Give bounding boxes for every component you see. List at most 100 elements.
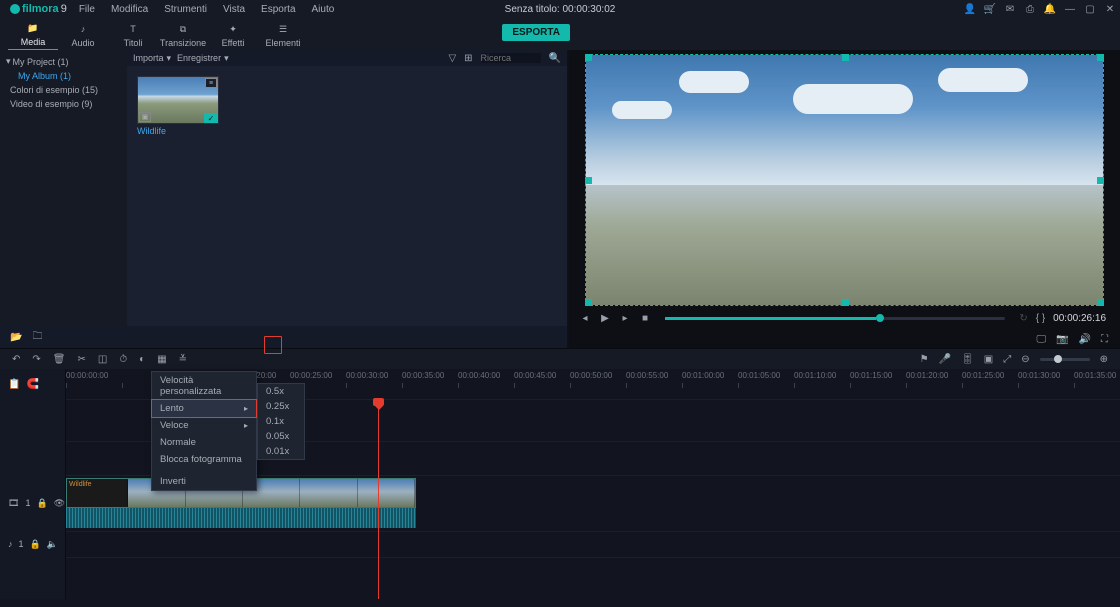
progress-knob[interactable] — [876, 314, 884, 322]
render-icon[interactable]: ▣ — [984, 354, 993, 365]
bracket-icon[interactable]: { } — [1036, 313, 1045, 324]
mute-icon[interactable]: 🔈 — [47, 539, 58, 550]
zoom-knob[interactable] — [1054, 355, 1062, 363]
maximize-icon[interactable]: ▢ — [1084, 3, 1096, 15]
menu-export[interactable]: Esporta — [255, 2, 301, 17]
color-icon[interactable]: ◐ — [139, 354, 145, 365]
playhead[interactable] — [378, 399, 379, 599]
volume-icon[interactable]: 🔊 — [1079, 334, 1091, 345]
new-folder-icon[interactable]: 📂 — [10, 332, 22, 343]
tab-audio[interactable]: ♪ Audio — [58, 20, 108, 50]
zoom-out-icon[interactable]: ⊖ — [1021, 354, 1029, 365]
audio-waveform-clip[interactable] — [66, 508, 416, 528]
tree-colors[interactable]: Colori di esempio (15) — [0, 83, 127, 97]
tab-transition[interactable]: ⧉ Transizione — [158, 20, 208, 50]
split-icon[interactable]: ✂ — [77, 354, 85, 365]
speed-sub-4[interactable]: 0.01x — [258, 444, 304, 459]
resize-handle-e[interactable] — [1097, 177, 1104, 184]
fullscreen-icon[interactable]: ⛶ — [1101, 334, 1108, 345]
media-panel: ▾ My Project (1) My Album (1) Colori di … — [0, 50, 568, 348]
magnet-icon[interactable]: 🧲 — [26, 379, 38, 390]
resize-handle-nw[interactable] — [585, 54, 592, 61]
screenshot-icon[interactable]: 🖵 — [1036, 334, 1046, 345]
speed-menu-slow[interactable]: Lento — [151, 399, 257, 418]
crop-icon[interactable]: ◫ — [98, 354, 107, 365]
lock-icon[interactable]: 🔒 — [30, 539, 41, 550]
notify-icon[interactable]: ⎙ — [1024, 3, 1036, 15]
menu-edit[interactable]: Modifica — [105, 2, 154, 17]
audio-track-body[interactable] — [66, 531, 1120, 557]
zoom-in-icon[interactable]: ⊕ — [1100, 354, 1108, 365]
resize-handle-n[interactable] — [842, 54, 849, 61]
next-frame-icon[interactable]: ▸ — [619, 312, 631, 324]
import-folder-icon[interactable]: 🗀 — [32, 329, 42, 346]
export-button[interactable]: ESPORTA — [502, 24, 570, 41]
preview-progress[interactable] — [665, 317, 1005, 320]
mixer-icon[interactable]: ≚ — [179, 354, 187, 365]
import-dropdown[interactable]: Importa ▾ — [133, 53, 171, 64]
minimize-icon[interactable]: — — [1064, 3, 1076, 15]
ruler-tick: 00:01:30:00 — [1018, 371, 1060, 380]
tab-effects[interactable]: ✦ Effetti — [208, 20, 258, 50]
zoom-slider[interactable] — [1040, 358, 1090, 361]
user-icon[interactable]: 👤 — [964, 3, 976, 15]
menu-help[interactable]: Aiuto — [306, 2, 341, 17]
save-dropdown[interactable]: Enregistrer ▾ — [177, 53, 229, 64]
tab-media[interactable]: 📁 Media — [8, 20, 58, 50]
speed-sub-3[interactable]: 0.05x — [258, 429, 304, 444]
prev-frame-icon[interactable]: ◂ — [579, 312, 591, 324]
speed-icon[interactable]: ⏱ — [119, 354, 127, 365]
camera-icon[interactable]: 📷 — [1056, 334, 1068, 345]
tree-project[interactable]: ▾ My Project (1) — [0, 54, 127, 69]
speed-sub-0[interactable]: 0.5x — [258, 384, 304, 399]
speed-menu-reverse[interactable]: Inverti — [152, 473, 256, 490]
mic-icon[interactable]: 🎤 — [939, 354, 951, 365]
bell-icon[interactable]: 🔔 — [1044, 3, 1056, 15]
resize-handle-sw[interactable] — [585, 299, 592, 306]
marker-icon[interactable]: ⚑ — [920, 354, 929, 365]
stop-icon[interactable]: ■ — [639, 312, 651, 324]
progress-fill — [665, 317, 876, 320]
resize-handle-se[interactable] — [1097, 299, 1104, 306]
undo-icon[interactable]: ↶ — [12, 354, 20, 365]
menu-tools[interactable]: Strumenti — [158, 2, 213, 17]
message-icon[interactable]: ✉ — [1004, 3, 1016, 15]
media-item[interactable]: ≡ ▣ ✓ Wildlife — [137, 76, 219, 316]
playhead-head[interactable] — [373, 398, 384, 406]
speed-menu-custom[interactable]: Velocità personalizzata — [152, 372, 256, 400]
play-icon[interactable]: ▶ — [599, 312, 611, 324]
speed-sub-2[interactable]: 0.1x — [258, 414, 304, 429]
speed-menu-normal[interactable]: Normale — [152, 434, 256, 451]
tab-titles[interactable]: T Titoli — [108, 20, 158, 50]
preview-frame[interactable] — [585, 54, 1104, 306]
speed-fast-label: Veloce — [160, 420, 189, 431]
tree-videos[interactable]: Video di esempio (9) — [0, 97, 127, 111]
clipboard-icon[interactable]: 📋 — [8, 379, 20, 390]
speed-sub-1[interactable]: 0.25x — [258, 399, 304, 414]
view-grid-icon[interactable]: ⊞ — [464, 53, 472, 64]
search-input[interactable] — [481, 53, 541, 63]
close-icon[interactable]: ✕ — [1104, 3, 1116, 15]
menu-file[interactable]: File — [73, 2, 101, 17]
loop-icon[interactable]: ↻ — [1019, 313, 1027, 324]
speed-menu-fast[interactable]: Veloce — [152, 417, 256, 434]
filter-icon[interactable]: ▽ — [448, 53, 456, 64]
resize-handle-ne[interactable] — [1097, 54, 1104, 61]
cart-icon[interactable]: 🛒 — [984, 3, 996, 15]
tree-album[interactable]: My Album (1) — [0, 69, 127, 83]
tab-elements[interactable]: ☰ Elementi — [258, 20, 308, 50]
search-icon[interactable]: 🔍 — [549, 53, 561, 64]
delete-icon[interactable]: 🗑 — [53, 354, 66, 365]
redo-icon[interactable]: ↷ — [32, 354, 40, 365]
speed-menu-freeze[interactable]: Blocca fotogramma — [152, 451, 256, 468]
panel-tabs: 📁 Media ♪ Audio T Titoli ⧉ Transizione ✦… — [0, 18, 1120, 50]
tab-audio-label: Audio — [71, 38, 94, 48]
eye-icon[interactable]: 👁 — [54, 498, 65, 509]
audio-mixer-icon[interactable]: 🎚 — [961, 354, 974, 365]
greenscreen-icon[interactable]: ▦ — [157, 354, 166, 365]
resize-handle-w[interactable] — [585, 177, 592, 184]
lock-icon[interactable]: 🔒 — [36, 498, 47, 509]
menu-view[interactable]: Vista — [217, 2, 251, 17]
zoom-fit-icon[interactable]: ⤢ — [1003, 354, 1011, 365]
resize-handle-s[interactable] — [842, 299, 849, 306]
